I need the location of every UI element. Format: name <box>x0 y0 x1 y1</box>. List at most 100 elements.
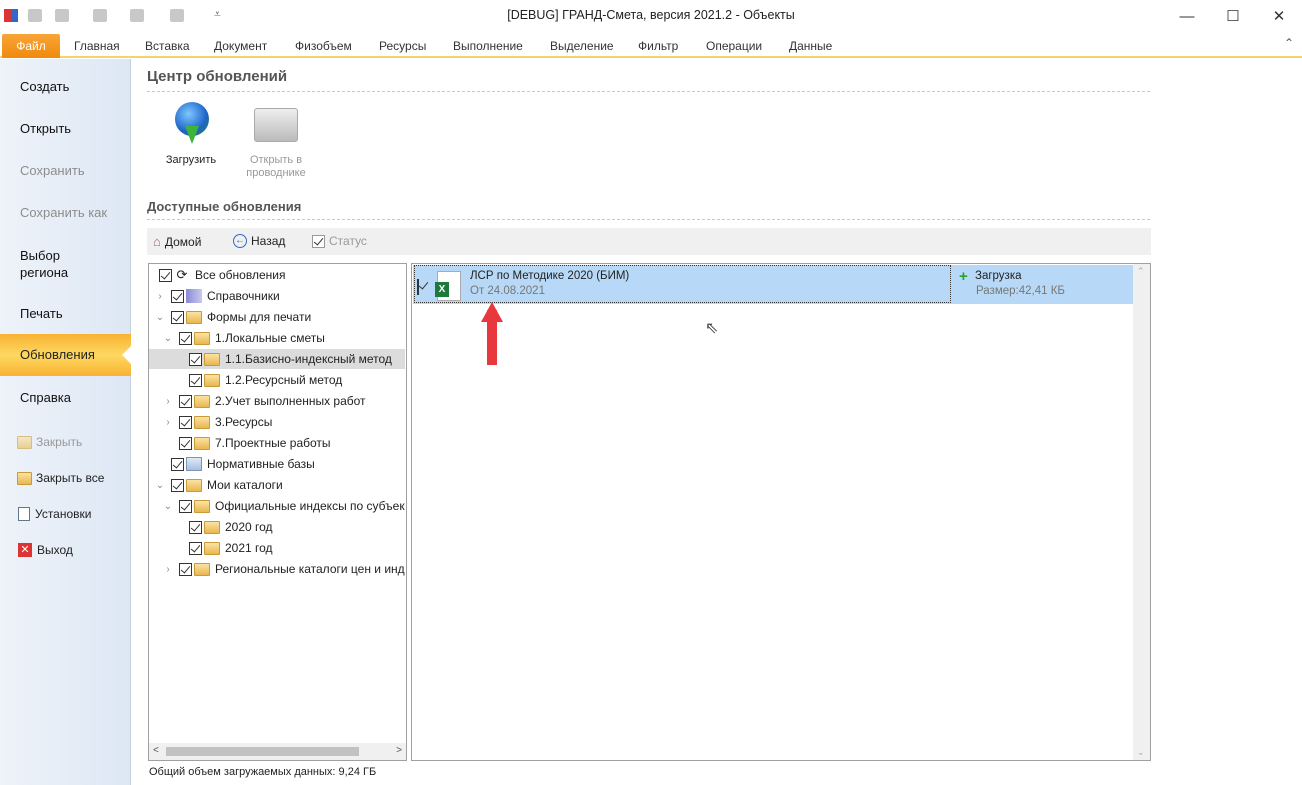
tab-document[interactable]: Документ <box>201 34 280 57</box>
tree-item[interactable]: 2021 год <box>149 538 405 558</box>
tree-item-label: Региональные каталоги цен и индексов <box>215 562 405 576</box>
sidebar-item-region[interactable]: Выбор региона <box>20 247 80 281</box>
folder-icon <box>194 499 210 513</box>
chevron-right-icon[interactable]: › <box>155 291 165 302</box>
tree-item[interactable]: ⟳ Все обновления <box>149 265 405 285</box>
sidebar-item-create[interactable]: Создать <box>20 79 69 94</box>
tab-home[interactable]: Главная <box>61 34 133 57</box>
update-checkbox[interactable] <box>417 279 419 295</box>
tree-checkbox[interactable] <box>179 562 192 576</box>
tree-checkbox[interactable] <box>189 352 202 366</box>
tree-checkbox[interactable] <box>171 457 184 471</box>
chevron-right-icon[interactable]: › <box>163 417 173 428</box>
tree-item-label: 3.Ресурсы <box>215 415 273 429</box>
scroll-left-icon[interactable]: < <box>153 745 159 756</box>
tree-checkbox[interactable] <box>171 310 184 324</box>
home-icon: ⌂ <box>153 234 161 249</box>
tree-checkbox[interactable] <box>189 541 202 555</box>
tree-item[interactable]: ⌄ Мои каталоги <box>149 475 405 495</box>
close-button[interactable]: ✕ <box>1256 0 1302 32</box>
sidebar-item-open[interactable]: Открыть <box>20 121 71 136</box>
tab-file[interactable]: Файл <box>2 34 60 58</box>
tree-item[interactable]: 2020 год <box>149 517 405 537</box>
folder-icon <box>194 436 210 450</box>
horizontal-scrollbar[interactable]: < > <box>149 743 406 760</box>
tab-selection[interactable]: Выделение <box>537 34 627 57</box>
tree-checkbox[interactable] <box>179 436 192 450</box>
folder-icon <box>204 352 220 366</box>
folders-close-icon <box>17 471 32 485</box>
chevron-down-icon[interactable]: ⌄ <box>155 312 165 323</box>
tree-item[interactable]: 1.2.Ресурсный метод <box>149 370 405 390</box>
tree-item-label: Нормативные базы <box>207 457 315 471</box>
scroll-right-icon[interactable]: > <box>396 745 402 756</box>
vertical-scrollbar[interactable]: ⌃ ⌄ <box>1133 264 1150 760</box>
tree-item[interactable]: 7.Проектные работы <box>149 433 405 453</box>
tab-data[interactable]: Данные <box>776 34 845 57</box>
minimize-button[interactable]: — <box>1164 0 1210 32</box>
excel-file-icon: X <box>435 271 461 301</box>
tree-checkbox[interactable] <box>171 289 184 303</box>
tree-checkbox[interactable] <box>179 394 192 408</box>
sidebar-close-all[interactable]: Закрыть все <box>17 471 104 485</box>
update-size: Размер:42,41 КБ <box>976 285 1065 297</box>
section-title: Доступные обновления <box>147 199 302 214</box>
home-button[interactable]: ⌂ Домой <box>153 234 201 249</box>
back-label: Назад <box>251 234 286 248</box>
back-button[interactable]: ← Назад <box>233 234 285 248</box>
chevron-right-icon[interactable]: › <box>163 564 173 575</box>
tree-checkbox[interactable] <box>171 478 184 492</box>
tab-volume[interactable]: Физобъем <box>282 34 365 57</box>
open-explorer-button: Открыть в проводнике <box>240 102 312 180</box>
tab-execution[interactable]: Выполнение <box>440 34 536 57</box>
chevron-right-icon[interactable]: › <box>163 396 173 407</box>
maximize-button[interactable]: ☐ <box>1210 0 1256 32</box>
sidebar-item-help[interactable]: Справка <box>20 390 71 405</box>
tree-checkbox[interactable] <box>189 520 202 534</box>
sidebar-close-all-label: Закрыть все <box>36 471 105 485</box>
tree-item[interactable]: 1.1.Базисно-индексный метод <box>149 349 405 369</box>
update-tree[interactable]: ⟳ Все обновления › Справочники ⌄ Формы для пе… <box>148 263 407 761</box>
download-button[interactable]: Загрузить <box>160 102 222 166</box>
chevron-down-icon[interactable]: ⌄ <box>163 333 173 344</box>
sidebar-item-print[interactable]: Печать <box>20 306 63 321</box>
folder-icon <box>204 373 220 387</box>
back-arrow-icon: ← <box>233 234 247 248</box>
tree-item[interactable]: ⌄ 1.Локальные сметы <box>149 328 405 348</box>
tree-checkbox[interactable] <box>179 499 192 513</box>
tab-insert[interactable]: Вставка <box>132 34 203 57</box>
tree-item[interactable]: ⌄ Формы для печати <box>149 307 405 327</box>
sidebar-exit[interactable]: ✕ Выход <box>17 543 73 557</box>
sidebar-item-updates[interactable]: Обновления <box>0 334 131 376</box>
chevron-down-icon[interactable]: ⌄ <box>155 480 165 491</box>
tree-item-label: 2.Учет выполненных работ <box>215 394 366 408</box>
tree-checkbox[interactable] <box>159 268 172 282</box>
sidebar-item-save-as: Сохранить как <box>20 205 108 220</box>
scroll-up-icon[interactable]: ⌃ <box>1137 266 1145 277</box>
tree-checkbox[interactable] <box>189 373 202 387</box>
tree-checkbox[interactable] <box>179 331 192 345</box>
total-size-status: Общий объем загружаемых данных: 9,24 ГБ <box>149 766 377 778</box>
chevron-down-icon[interactable]: ⌄ <box>163 501 173 512</box>
tree-checkbox[interactable] <box>179 415 192 429</box>
tree-item[interactable]: › Региональные каталоги цен и индексов <box>149 559 405 579</box>
tree-item[interactable]: › Справочники <box>149 286 405 306</box>
scrollbar-thumb[interactable] <box>166 747 359 756</box>
tab-operations[interactable]: Операции <box>693 34 775 57</box>
collapse-ribbon-button[interactable]: ⌃ <box>1284 36 1294 50</box>
tree-item[interactable]: ⌄ Официальные индексы по субъектам <box>149 496 405 516</box>
plus-icon: + <box>959 268 968 285</box>
update-date: От 24.08.2021 <box>470 285 545 297</box>
folder-icon <box>194 331 210 345</box>
tree-item-label: 1.Локальные сметы <box>215 331 325 345</box>
tree-item[interactable]: › 2.Учет выполненных работ <box>149 391 405 411</box>
tree-item[interactable]: Нормативные базы <box>149 454 405 474</box>
tree-item[interactable]: › 3.Ресурсы <box>149 412 405 432</box>
update-item[interactable]: X ЛСР по Методике 2020 (БИМ) От 24.08.20… <box>413 265 1133 304</box>
scroll-down-icon[interactable]: ⌄ <box>1137 747 1145 758</box>
sidebar-settings[interactable]: Установки <box>17 507 91 521</box>
tab-resources[interactable]: Ресурсы <box>366 34 439 57</box>
update-action[interactable]: Загрузка <box>975 270 1022 282</box>
updates-list[interactable]: X ЛСР по Методике 2020 (БИМ) От 24.08.20… <box>411 263 1151 761</box>
tab-filter[interactable]: Фильтр <box>625 34 691 57</box>
